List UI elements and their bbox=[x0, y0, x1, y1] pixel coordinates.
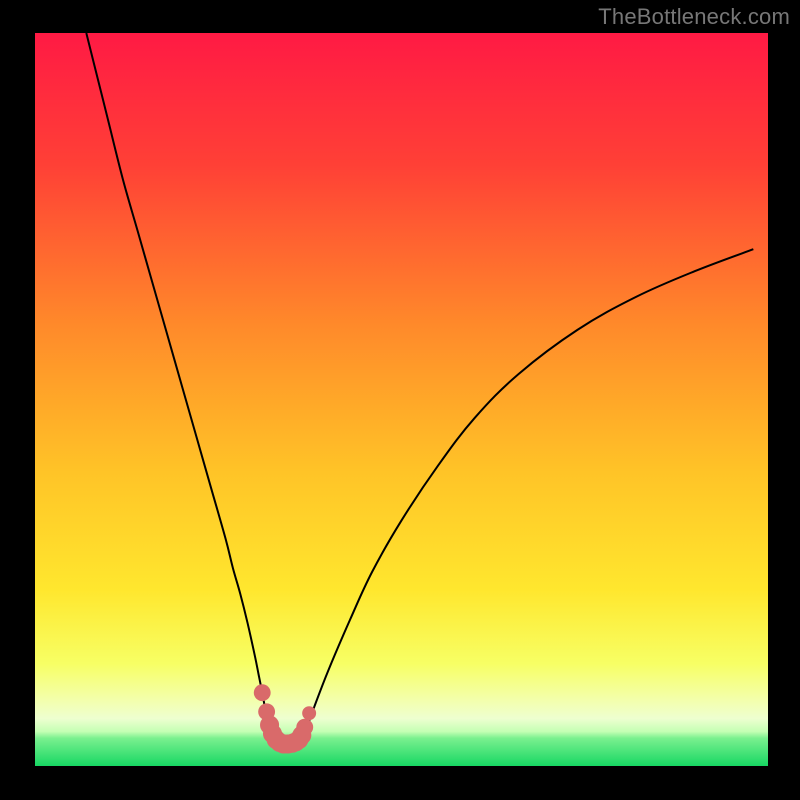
watermark-text: TheBottleneck.com bbox=[598, 4, 790, 30]
sweet-spot-point bbox=[302, 706, 316, 720]
sweet-spot-point bbox=[254, 684, 271, 701]
chart-svg bbox=[35, 33, 768, 766]
plot-area bbox=[35, 33, 768, 766]
gradient-background bbox=[35, 33, 768, 766]
sweet-spot-point bbox=[296, 719, 313, 736]
chart-frame: TheBottleneck.com bbox=[0, 0, 800, 800]
